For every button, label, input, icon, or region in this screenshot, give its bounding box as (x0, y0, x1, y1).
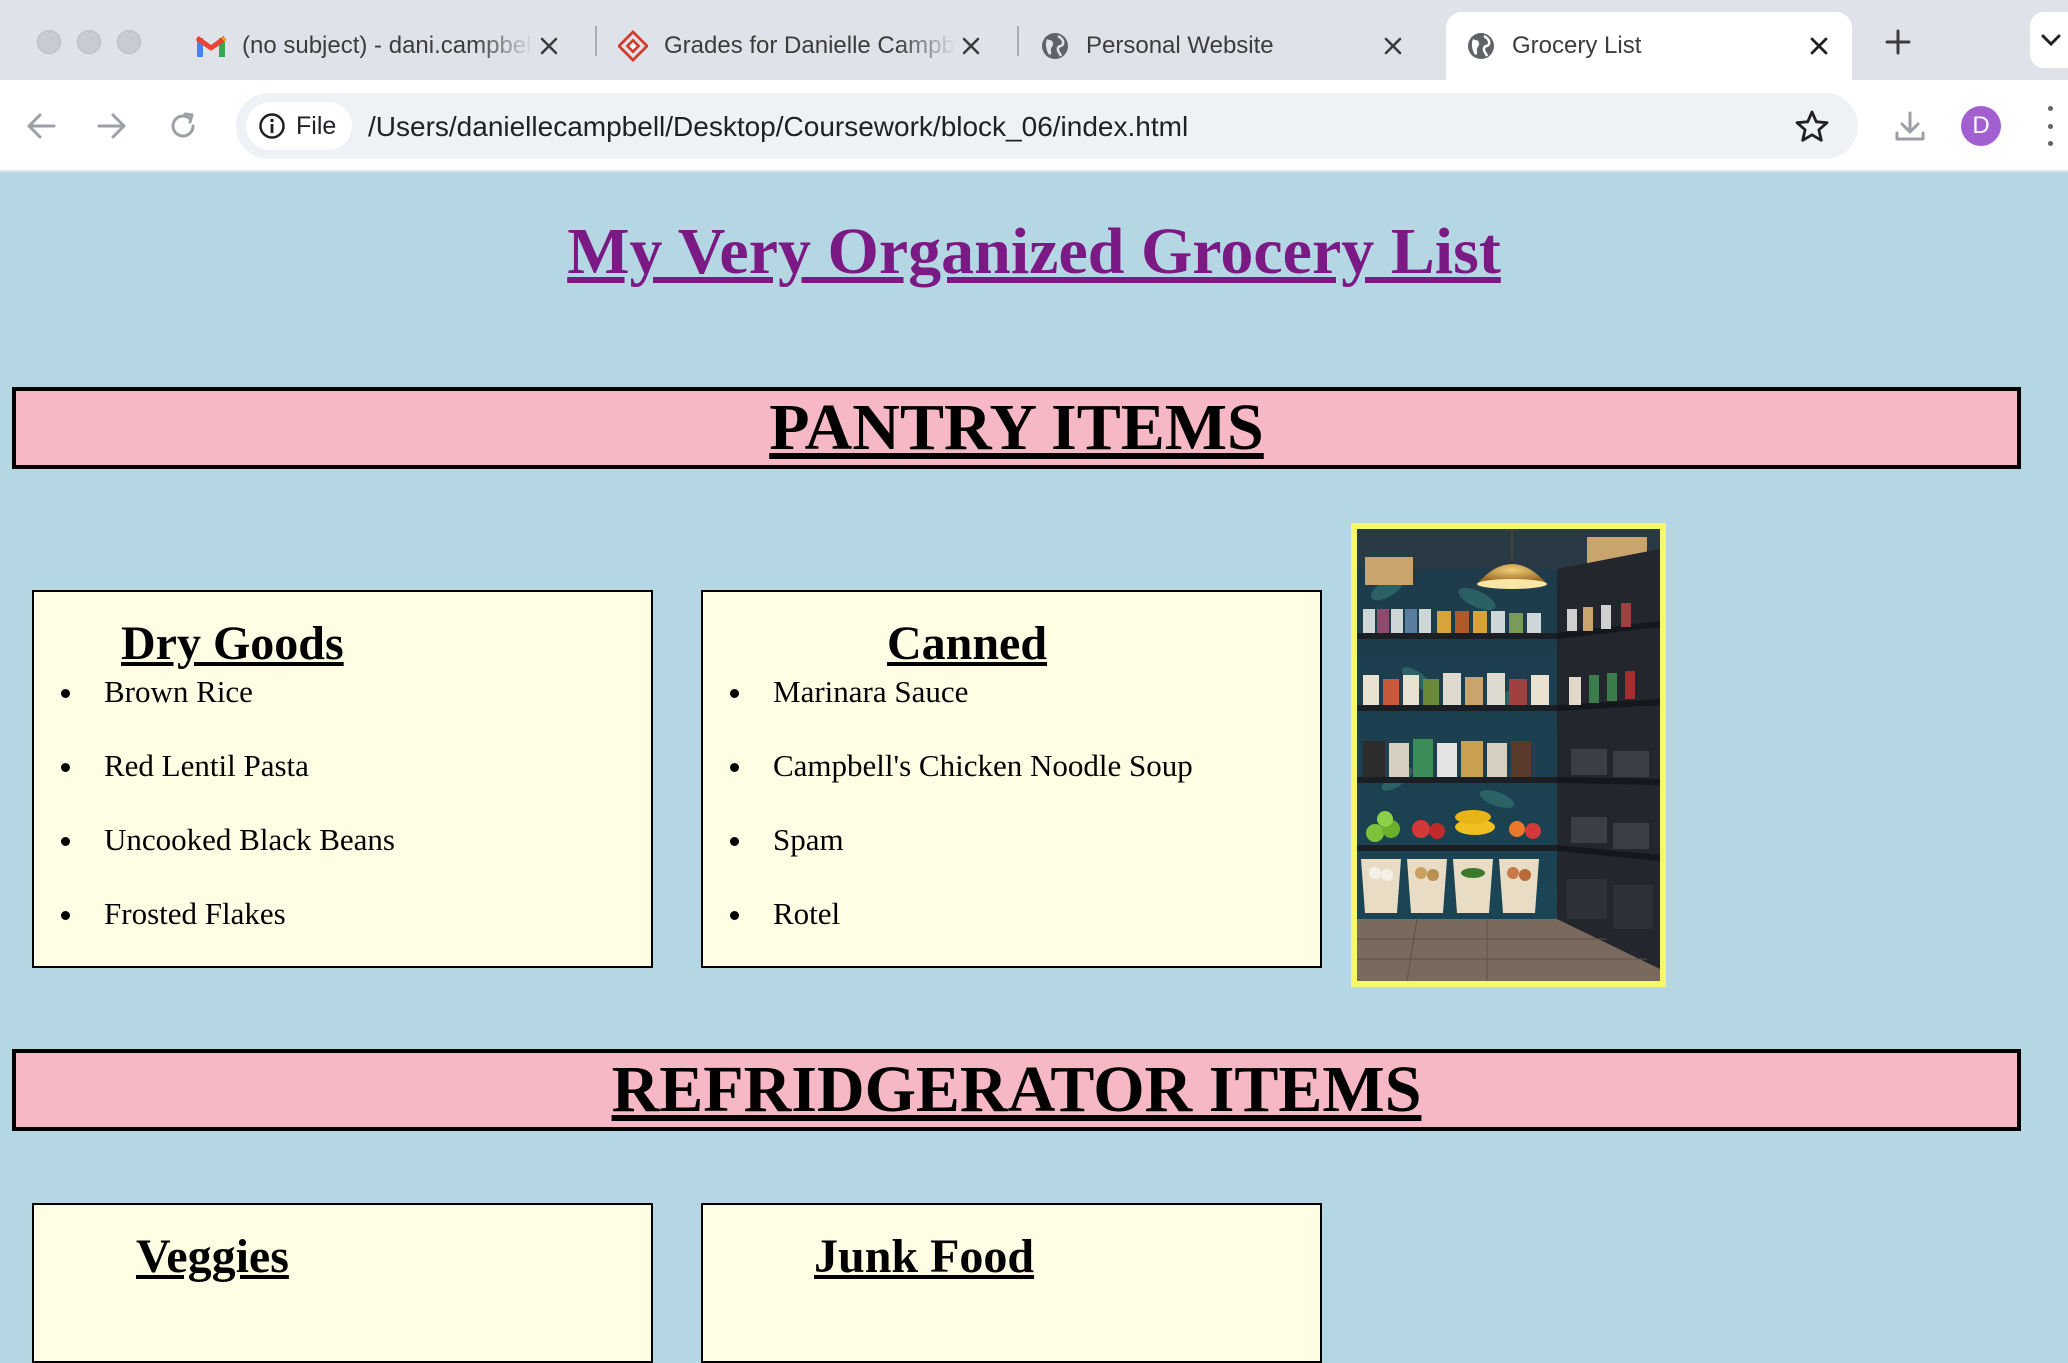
close-icon[interactable] (956, 31, 986, 61)
close-icon[interactable] (534, 31, 564, 61)
list-item: Spam (703, 822, 1320, 896)
tab-separator (595, 26, 597, 56)
list-heading: Canned (887, 617, 1048, 670)
canvas-icon (618, 30, 648, 62)
back-button[interactable] (19, 104, 63, 148)
tab-title: Grocery List (1512, 32, 1642, 59)
list-item: Rotel (703, 896, 1320, 970)
arrow-left-icon (27, 113, 56, 139)
more-options-icon[interactable] (2040, 106, 2060, 146)
tab-separator (1017, 26, 1019, 56)
tab-title: (no subject) - dani.campbell (242, 32, 534, 59)
tab-strip: (no subject) - dani.campbell Grades for … (0, 0, 2068, 80)
window-close-dot[interactable] (37, 30, 61, 54)
globe-icon (1040, 31, 1070, 61)
list-item: Brown Rice (34, 674, 651, 748)
pantry-shelves-illustration (1357, 529, 1660, 981)
tab-title: Personal Website (1086, 32, 1274, 59)
forward-button[interactable] (90, 104, 134, 148)
tab-gmail[interactable]: (no subject) - dani.campbell (176, 12, 582, 80)
tab-canvas-grades[interactable]: Grades for Danielle Campbell (598, 12, 1004, 80)
junk-food-card: Junk Food (701, 1203, 1322, 1363)
close-icon[interactable] (1804, 31, 1834, 61)
reload-button[interactable] (161, 104, 205, 148)
globe-icon (1466, 31, 1496, 61)
site-info-label: File (296, 111, 337, 140)
list-heading: Junk Food (814, 1230, 1035, 1283)
info-icon (259, 113, 285, 139)
list-item: Uncooked Black Beans (34, 822, 651, 896)
section-heading: REFRIDGERATOR ITEMS (611, 1053, 1422, 1126)
list-item: Frosted Flakes (34, 896, 651, 970)
tab-search-button[interactable] (2030, 12, 2068, 68)
window-minimize-dot[interactable] (77, 30, 101, 54)
arrow-right-icon (97, 113, 126, 139)
gmail-icon (196, 31, 226, 61)
tab-personal-website[interactable]: Personal Website (1020, 12, 1426, 80)
canned-list: Marinara Sauce Campbell's Chicken Noodle… (703, 674, 1320, 970)
close-icon[interactable] (1378, 31, 1408, 61)
dry-goods-card: Dry Goods Brown Rice Red Lentil Pasta Un… (32, 590, 653, 968)
list-item: Marinara Sauce (703, 674, 1320, 748)
pantry-section-banner: PANTRY ITEMS (12, 387, 2021, 469)
new-tab-button[interactable] (1880, 24, 1916, 60)
list-heading: Veggies (136, 1230, 289, 1283)
refrigerator-section-banner: REFRIDGERATOR ITEMS (12, 1049, 2021, 1131)
reload-icon (171, 112, 195, 138)
dry-goods-list: Brown Rice Red Lentil Pasta Uncooked Bla… (34, 674, 651, 970)
address-bar[interactable]: File /Users/daniellecampbell/Desktop/Cou… (236, 93, 1858, 159)
download-icon (1895, 111, 1925, 141)
profile-avatar[interactable]: D (1961, 106, 2001, 146)
pantry-photo (1351, 523, 1666, 987)
list-item: Campbell's Chicken Noodle Soup (703, 748, 1320, 822)
bookmark-star-icon[interactable] (1794, 109, 1830, 145)
canned-card: Canned Marinara Sauce Campbell's Chicken… (701, 590, 1322, 968)
tab-grocery-list[interactable]: Grocery List (1446, 12, 1852, 80)
chevron-down-icon (2041, 34, 2061, 47)
window-zoom-dot[interactable] (117, 30, 141, 54)
site-info-chip[interactable]: File (246, 102, 353, 150)
page-title: My Very Organized Grocery List (567, 215, 1501, 288)
url-text[interactable]: /Users/daniellecampbell/Desktop/Coursewo… (368, 111, 1188, 143)
tab-title: Grades for Danielle Campbell (664, 32, 956, 59)
list-heading: Dry Goods (121, 617, 344, 670)
browser-toolbar: File /Users/daniellecampbell/Desktop/Cou… (0, 80, 2068, 172)
plus-icon (1885, 29, 1911, 55)
list-item: Red Lentil Pasta (34, 748, 651, 822)
downloads-button[interactable] (1888, 104, 1932, 148)
veggies-card: Veggies (32, 1203, 653, 1363)
section-heading: PANTRY ITEMS (769, 391, 1264, 464)
